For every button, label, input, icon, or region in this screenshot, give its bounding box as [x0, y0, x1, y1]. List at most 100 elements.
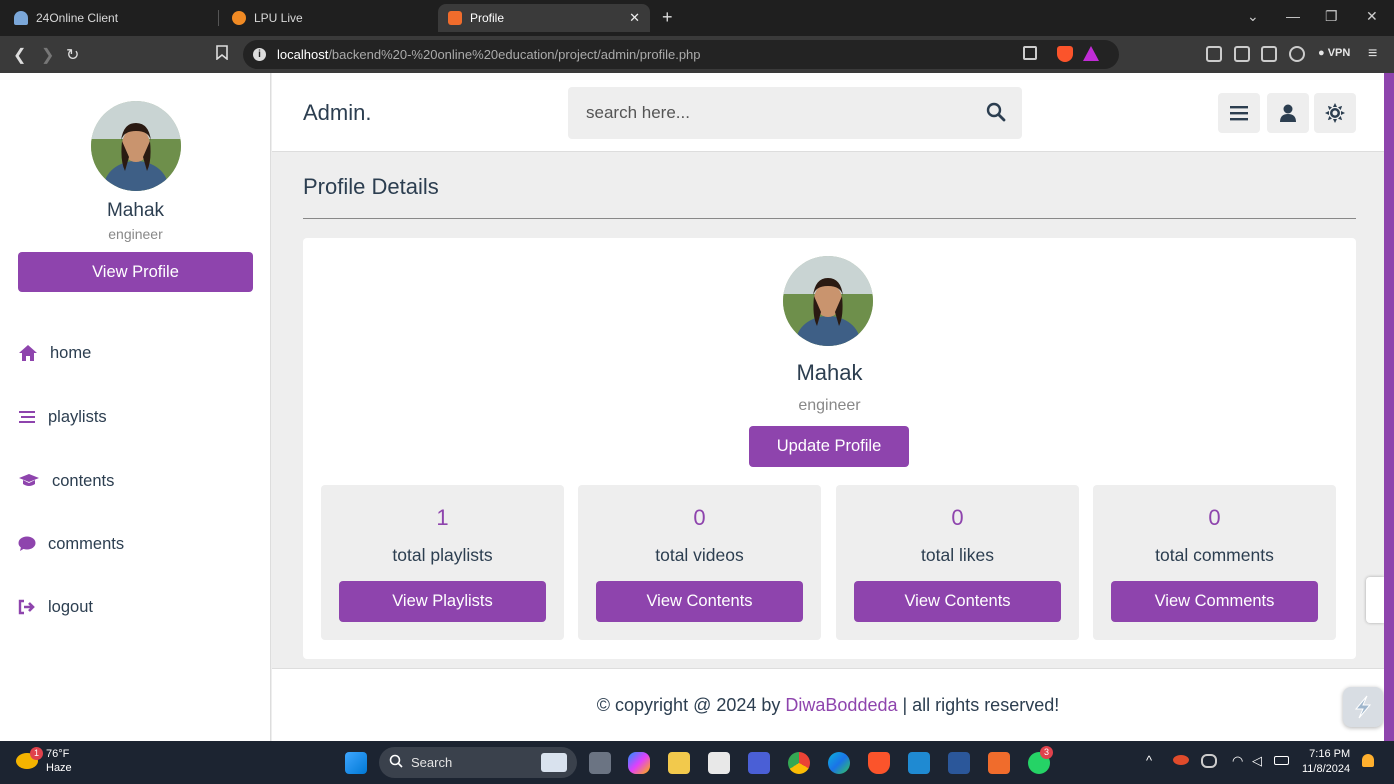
stat-value: 1: [436, 505, 449, 530]
microsoft-store-icon[interactable]: [708, 752, 730, 774]
close-window-icon[interactable]: ✕: [1366, 8, 1378, 25]
footer-text: © copyright @ 2024 by: [596, 695, 786, 715]
xampp-icon: [448, 11, 462, 25]
tab-profile[interactable]: Profile ✕: [438, 4, 650, 32]
volume-icon[interactable]: ◁: [1252, 753, 1262, 769]
url-bar[interactable]: i localhost/backend%20-%20online%20educa…: [243, 40, 1119, 69]
sidebar-item-label: contents: [52, 471, 115, 490]
search-icon: [389, 754, 403, 771]
stat-box-playlists: 1 total playlists View Playlists: [321, 485, 564, 640]
sidebar-item-contents[interactable]: contents: [18, 469, 114, 493]
battery-icon[interactable]: [1274, 756, 1289, 765]
view-profile-button[interactable]: View Profile: [18, 252, 253, 292]
floating-action-button[interactable]: [1343, 687, 1383, 727]
web-page: Mahak engineer View Profile home playlis…: [0, 73, 1384, 741]
stat-box-comments: 0 total comments View Comments: [1093, 485, 1336, 640]
footer-author-link[interactable]: DiwaBoddeda: [785, 695, 897, 715]
search-icon[interactable]: [986, 102, 1006, 127]
file-explorer-icon[interactable]: [668, 752, 690, 774]
page-title: Profile Details: [303, 174, 439, 199]
taskbar-search[interactable]: Search: [379, 747, 577, 778]
search-input[interactable]: [568, 87, 968, 139]
sun-icon: [1325, 103, 1345, 123]
logo[interactable]: Admin.: [303, 100, 371, 126]
sidebar-item-playlists[interactable]: playlists: [18, 405, 107, 429]
page-header: Admin.: [272, 73, 1384, 152]
maximize-icon[interactable]: ❐: [1325, 8, 1338, 25]
scrollbar[interactable]: [1384, 73, 1394, 741]
tab-lpu-live[interactable]: LPU Live: [222, 4, 432, 32]
clock-date: 11/8/2024: [1302, 763, 1351, 775]
view-contents-button[interactable]: View Contents: [596, 581, 803, 622]
weather-widget[interactable]: 1 76°F Haze: [16, 747, 72, 775]
brave-icon[interactable]: [868, 752, 890, 774]
chevron-up-icon[interactable]: ^: [1146, 753, 1152, 768]
search-highlight-icon: [541, 753, 567, 772]
sidebar-item-label: comments: [48, 534, 125, 553]
edge-icon[interactable]: [828, 752, 850, 774]
view-comments-button[interactable]: View Comments: [1111, 581, 1318, 622]
wifi-icon[interactable]: ◠: [1232, 753, 1243, 769]
taskbar-search-label: Search: [411, 755, 453, 770]
user-button[interactable]: [1267, 93, 1309, 133]
sidebar-user-name: Mahak: [106, 200, 165, 221]
cloud-off-icon[interactable]: [1201, 754, 1217, 768]
close-tab-icon[interactable]: ✕: [629, 10, 640, 26]
new-tab-icon[interactable]: +: [662, 8, 673, 26]
notification-bell-icon[interactable]: [1362, 754, 1374, 767]
word-icon[interactable]: [948, 752, 970, 774]
windows-start-icon[interactable]: [345, 752, 367, 774]
theme-toggle-button[interactable]: [1314, 93, 1356, 133]
sidebar-icon[interactable]: [1234, 46, 1250, 62]
user-icon: [1280, 104, 1296, 122]
back-icon[interactable]: ❮: [13, 45, 26, 65]
stat-box-likes: 0 total likes View Contents: [836, 485, 1079, 640]
profile-name: Mahak: [796, 360, 863, 385]
copilot-icon[interactable]: [628, 752, 650, 774]
reload-icon[interactable]: ↻: [66, 45, 79, 65]
whatsapp-icon[interactable]: 3: [1028, 746, 1053, 774]
chrome-icon[interactable]: [788, 752, 810, 774]
view-liked-contents-button[interactable]: View Contents: [854, 581, 1061, 622]
sidebar-item-comments[interactable]: comments: [18, 532, 124, 556]
sidebar-item-label: logout: [48, 597, 93, 616]
weather-condition: Haze: [46, 762, 72, 774]
vscode-icon[interactable]: [908, 752, 930, 774]
sidebar-item-logout[interactable]: logout: [18, 595, 93, 619]
vpn-button[interactable]: ● VPN: [1318, 47, 1350, 59]
minimize-icon[interactable]: —: [1286, 8, 1300, 24]
profile-role: engineer: [798, 397, 861, 414]
address-toolbar: ❮ ❯ ↻ i localhost/backend%20-%20online%2…: [0, 36, 1394, 73]
task-view-icon[interactable]: [589, 752, 611, 774]
chevron-down-icon[interactable]: ⌄: [1247, 8, 1259, 25]
bookmark-icon[interactable]: [216, 45, 228, 65]
sidebar-item-home[interactable]: home: [18, 341, 91, 365]
eye-icon[interactable]: [1173, 755, 1189, 765]
system-clock[interactable]: 7:16 PM 11/8/2024: [1302, 747, 1350, 777]
update-profile-button[interactable]: Update Profile: [749, 426, 909, 467]
leo-ai-icon[interactable]: [1289, 46, 1305, 62]
extensions-icon[interactable]: [1206, 46, 1222, 62]
side-panel-tab[interactable]: [1366, 577, 1384, 623]
brave-shield-icon[interactable]: [1057, 46, 1073, 62]
sidebar-item-label: home: [50, 343, 92, 362]
stat-value: 0: [1208, 505, 1221, 530]
menu-icon[interactable]: ≡: [1368, 45, 1377, 63]
app-icon[interactable]: [748, 752, 770, 774]
cloud-icon: [14, 11, 28, 25]
tab-24online[interactable]: 24Online Client: [4, 4, 214, 32]
stat-label: total playlists: [392, 545, 493, 565]
tab-separator: [218, 10, 219, 26]
view-playlists-button[interactable]: View Playlists: [339, 581, 546, 622]
menu-button[interactable]: [1218, 93, 1260, 133]
list-icon: [18, 407, 36, 427]
clock-time: 7:16 PM: [1309, 748, 1351, 760]
info-icon[interactable]: i: [253, 48, 266, 61]
xampp-icon[interactable]: [988, 752, 1010, 774]
browser-tab-bar: 24Online Client LPU Live Profile ✕ + ⌄ —…: [0, 0, 1394, 36]
brave-rewards-icon[interactable]: [1083, 46, 1099, 61]
home-icon: [18, 343, 38, 363]
forward-icon[interactable]: ❯: [41, 45, 54, 65]
wallet-icon[interactable]: [1261, 46, 1277, 62]
share-icon[interactable]: [1023, 46, 1037, 60]
